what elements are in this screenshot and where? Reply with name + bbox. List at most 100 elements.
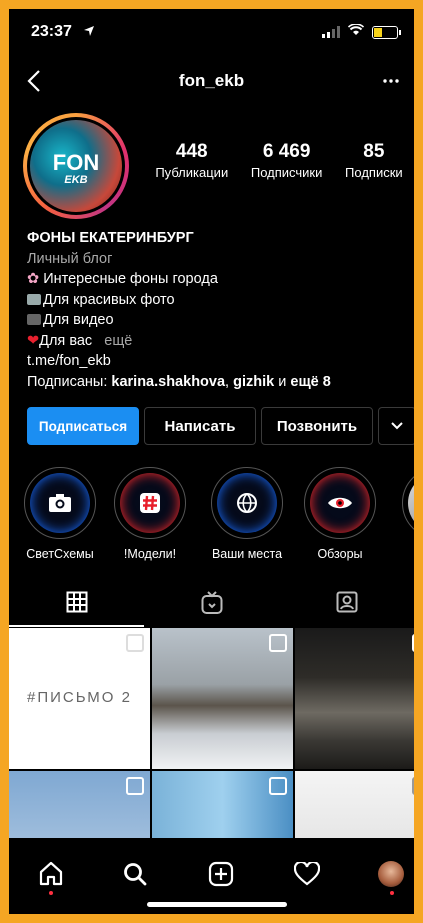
activity-tab[interactable] [287, 854, 327, 894]
avatar-text-fon: FON [52, 150, 100, 175]
tab-tagged[interactable] [279, 591, 414, 618]
post-tile[interactable]: #ПИСЬМО 2 [9, 628, 150, 769]
stat-following-value: 85 [363, 141, 385, 162]
bio-line-4-text: Для вас [39, 332, 93, 349]
home-icon [39, 861, 63, 886]
stat-posts-label: Публикации [155, 165, 229, 180]
wifi-icon [347, 23, 365, 41]
followed-by-prefix: Подписаны: [27, 373, 112, 390]
followed-user-2: gizhik [233, 373, 275, 390]
highlight-label: !Модели! [123, 547, 177, 561]
camera-emoji-icon [27, 293, 41, 305]
profile-header: fon_ekb [9, 67, 414, 97]
create-tab[interactable] [201, 854, 241, 894]
globe-icon [237, 493, 257, 514]
flower-icon: ✿ [27, 271, 40, 287]
profile-stats: 448 Публикации 6 469 Подписчики 85 Подпи… [144, 141, 414, 180]
posts-grid: #ПИСЬМО 2 [9, 628, 414, 912]
more-dots-icon[interactable] [382, 67, 400, 96]
followed-user-1: karina.shakhova [111, 373, 226, 390]
profile-notification-dot [390, 891, 394, 895]
followed-by[interactable]: Подписаны: karina.shakhova, gizhik и ещё… [27, 372, 407, 393]
stat-posts[interactable]: 448 Публикации [155, 141, 228, 180]
bio-line-4: ❤Для вас ещё [27, 331, 407, 352]
bio-line-2: Для красивых фото [27, 290, 407, 311]
add-post-icon [208, 861, 234, 887]
bio-line-2-text: Для красивых фото [43, 291, 175, 308]
avatar-text-ekb: EKB [64, 174, 88, 186]
post-text: #ПИСЬМО 2 [27, 689, 132, 706]
active-tab-indicator [9, 625, 144, 627]
status-bar: 23:37 [9, 9, 414, 51]
bio-line-3: Для видео [27, 310, 407, 331]
carousel-icon [269, 634, 287, 652]
grid-icon [66, 591, 87, 613]
search-tab[interactable] [115, 854, 155, 894]
highlight-modeli[interactable]: !Модели! [107, 467, 193, 561]
highlight-label: Ваши места [211, 547, 283, 561]
stat-followers-label: Подписчики [250, 165, 323, 180]
phone-screen: 23:37 fon_ekb FON EKB 448 Публикации 6 4… [9, 9, 414, 914]
post-tile[interactable] [152, 628, 293, 769]
profile-category: Личный блог [27, 250, 113, 267]
follow-button[interactable]: Подписаться [27, 407, 139, 445]
carousel-icon [126, 777, 144, 795]
battery-icon [372, 25, 401, 39]
carousel-icon [412, 777, 414, 795]
bio-line-1-text: Интересные фоны города [43, 271, 218, 287]
stat-following-label: Подписки [345, 165, 403, 180]
stat-followers[interactable]: 6 469 Подписчики [251, 141, 323, 180]
stat-followers-value: 6 469 [262, 141, 311, 162]
profile-avatar[interactable]: FON EKB [23, 113, 129, 219]
followed-and: и [274, 373, 291, 390]
status-time: 23:37 [31, 23, 72, 40]
heart-icon [294, 862, 320, 886]
call-button[interactable]: Позвонить [261, 407, 373, 445]
profile-bio: ФОНЫ ЕКАТЕРИНБУРГ Личный блог ✿ Интересн… [27, 228, 407, 392]
eye-icon [328, 497, 352, 509]
highlight-vashi-mesta[interactable]: Ваши места [204, 467, 290, 561]
search-icon [124, 863, 147, 886]
stat-following[interactable]: 85 Подписки [345, 141, 403, 180]
profile-display-name: ФОНЫ ЕКАТЕРИНБУРГ [27, 230, 194, 246]
story-highlights: СветСхемы !Модели! Ваши места Обзоры [17, 467, 414, 567]
suggested-chevron-button[interactable] [378, 407, 414, 445]
film-camera-emoji-icon [27, 314, 41, 325]
profile-tabs [9, 583, 414, 627]
stat-posts-value: 448 [175, 141, 208, 162]
carousel-icon [269, 777, 287, 795]
profile-username: fon_ekb [178, 71, 245, 90]
igtv-icon [201, 591, 222, 614]
post-tile[interactable] [295, 628, 414, 769]
bio-line-1: ✿ Интересные фоны города [27, 269, 407, 290]
highlight-obzory[interactable]: Обзоры [297, 467, 383, 561]
avatar-image: FON EKB [30, 120, 122, 212]
chevron-down-icon [391, 422, 403, 430]
home-notification-dot [49, 891, 53, 895]
hashtag-icon [140, 493, 160, 513]
highlight-svetshemy[interactable]: СветСхемы [17, 467, 103, 561]
home-tab[interactable] [31, 854, 71, 894]
followed-sep: , [225, 373, 234, 390]
profile-avatar-small [378, 861, 404, 887]
location-arrow-icon [83, 24, 95, 42]
followed-more: ещё 8 [290, 373, 331, 390]
highlight-label: Обзоры [317, 547, 363, 561]
tagged-person-icon [336, 591, 357, 613]
bio-link[interactable]: t.me/fon_ekb [27, 351, 407, 372]
highlight-label: СветСхемы [26, 547, 94, 561]
tab-igtv[interactable] [144, 591, 279, 620]
tab-grid[interactable] [9, 591, 144, 618]
carousel-icon [412, 634, 414, 652]
carousel-icon [126, 634, 144, 652]
bio-more-link[interactable]: ещё [104, 333, 132, 349]
heart-emoji-icon: ❤ [27, 332, 40, 349]
home-indicator [147, 902, 287, 907]
highlight-partial[interactable] [395, 467, 414, 539]
profile-tab[interactable] [371, 854, 411, 894]
signal-icon [322, 26, 340, 38]
bio-line-3-text: Для видео [43, 312, 114, 328]
camera-icon [49, 494, 71, 512]
message-button[interactable]: Написать [144, 407, 256, 445]
profile-actions: Подписаться Написать Позвонить [27, 407, 414, 445]
